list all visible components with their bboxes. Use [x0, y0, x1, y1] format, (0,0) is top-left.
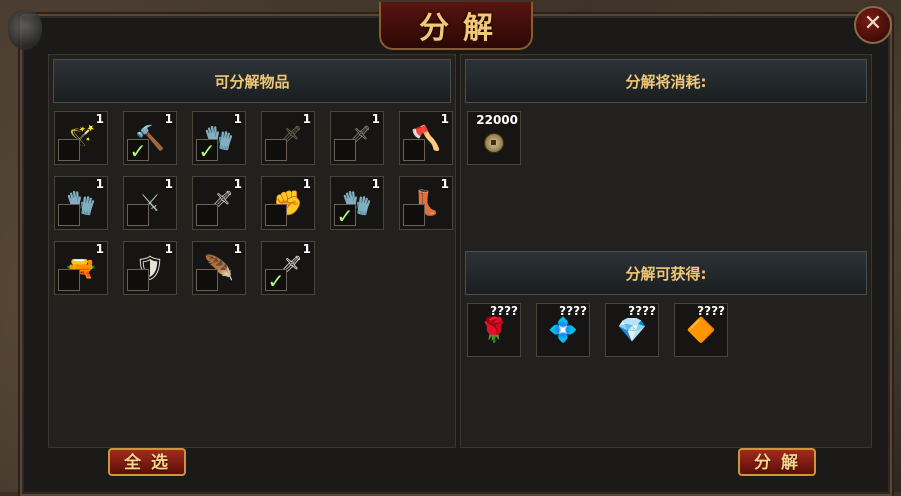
select-checkbox[interactable]: [127, 269, 149, 291]
select-checkbox[interactable]: [403, 204, 425, 226]
item-slot-boots[interactable]: 👢 1: [399, 176, 453, 230]
select-checkbox[interactable]: [58, 204, 80, 226]
item-count: 1: [164, 242, 173, 256]
select-checkbox[interactable]: [265, 204, 287, 226]
item-slot-glove[interactable]: 🧤 1: [54, 176, 108, 230]
item-count: 1: [233, 242, 242, 256]
reward-slot-cyan-fragment[interactable]: 💎????: [605, 303, 659, 357]
reward-quantity: ????: [697, 304, 725, 318]
gold-fragment-icon: 🔶: [686, 316, 716, 344]
select-all-button[interactable]: 全选: [108, 448, 186, 476]
checkmark-icon: ✓: [336, 204, 354, 228]
reward-slot-rose[interactable]: 🌹????: [467, 303, 521, 357]
item-slot-scythe[interactable]: ⚔ 1: [123, 176, 177, 230]
item-slot-dagger[interactable]: 🗡 1: [330, 111, 384, 165]
select-checkbox[interactable]: [196, 269, 218, 291]
item-slot-gauntlet-2[interactable]: 🧤 ✓ 1: [330, 176, 384, 230]
reward-header: 分解可获得:: [465, 251, 867, 295]
reward-slot-gold-fragment[interactable]: 🔶????: [674, 303, 728, 357]
item-slot-hammer[interactable]: 🔨 ✓ 1: [123, 111, 177, 165]
select-checkbox[interactable]: [58, 269, 80, 291]
select-checkbox[interactable]: [127, 204, 149, 226]
item-slot-blade[interactable]: 🗡 ✓ 1: [261, 241, 315, 295]
item-count: 1: [302, 177, 311, 191]
item-count: 1: [95, 177, 104, 191]
decompose-info-panel: 分解将消耗: 22000 分解可获得: 🌹???? 💠???? 💎???? 🔶????: [460, 54, 872, 448]
select-checkbox[interactable]: [196, 204, 218, 226]
item-count: 1: [302, 112, 311, 126]
dragon-ornament-left-icon: [8, 10, 42, 50]
item-count: 1: [371, 112, 380, 126]
item-count: 1: [440, 177, 449, 191]
select-checkbox[interactable]: [403, 139, 425, 161]
window-title: 分解: [419, 11, 507, 46]
item-slot-pistol[interactable]: 🔫 1: [54, 241, 108, 295]
item-slot-claw[interactable]: ✊ 1: [261, 176, 315, 230]
title-plate: 分解: [379, 2, 533, 50]
cost-amount: 22000: [476, 113, 518, 127]
checkmark-icon: ✓: [129, 139, 147, 163]
item-count: 1: [233, 112, 242, 126]
item-slot-sword-dark[interactable]: 🗡 1: [261, 111, 315, 165]
checkmark-icon: ✓: [267, 269, 285, 293]
reward-quantity: ????: [628, 304, 656, 318]
item-slot-gauntlet[interactable]: 🧤 ✓ 1: [192, 111, 246, 165]
decompose-window: 分解 ✕ 可分解物品 🪄 1 🔨 ✓ 1 🧤 ✓ 1 🗡 1 🗡 1 🪓 1 🧤 1 ⚔ 1 🗡 1 ✊ 1 🧤 ✓ 1 👢 1 🔫 1…: [8, 2, 892, 496]
select-checkbox[interactable]: [334, 139, 356, 161]
item-count: 1: [164, 177, 173, 191]
decompose-button[interactable]: 分解: [738, 448, 816, 476]
select-checkbox[interactable]: [58, 139, 80, 161]
item-slot-armor-piece[interactable]: 🛡 1: [123, 241, 177, 295]
reward-quantity: ????: [559, 304, 587, 318]
decomposable-items-header: 可分解物品: [53, 59, 451, 103]
item-count: 1: [164, 112, 173, 126]
item-slot-short-sword[interactable]: 🗡 1: [192, 176, 246, 230]
close-button[interactable]: ✕: [854, 6, 892, 44]
item-count: 1: [302, 242, 311, 256]
select-checkbox[interactable]: [265, 139, 287, 161]
item-count: 1: [95, 112, 104, 126]
item-count: 1: [233, 177, 242, 191]
cost-slot[interactable]: 22000: [467, 111, 521, 165]
rose-icon: 🌹: [479, 316, 509, 344]
item-slot-axe[interactable]: 🪓 1: [399, 111, 453, 165]
cost-header: 分解将消耗:: [465, 59, 867, 103]
reward-slot-blue-spirit[interactable]: 💠????: [536, 303, 590, 357]
item-count: 1: [440, 112, 449, 126]
blue-spirit-icon: 💠: [548, 316, 578, 344]
item-count: 1: [95, 242, 104, 256]
reward-quantity: ????: [490, 304, 518, 318]
coin-icon: [484, 133, 504, 154]
item-slot-wand[interactable]: 🪄 1: [54, 111, 108, 165]
item-count: 1: [371, 177, 380, 191]
checkmark-icon: ✓: [198, 139, 216, 163]
decomposable-items-panel: 可分解物品 🪄 1 🔨 ✓ 1 🧤 ✓ 1 🗡 1 🗡 1 🪓 1 🧤 1 ⚔ 1 🗡 1 ✊ 1 🧤 ✓ 1 👢 1 🔫 1 🛡 1 🪶 1 🗡…: [48, 54, 456, 448]
item-slot-feather[interactable]: 🪶 1: [192, 241, 246, 295]
cyan-fragment-icon: 💎: [617, 316, 647, 344]
